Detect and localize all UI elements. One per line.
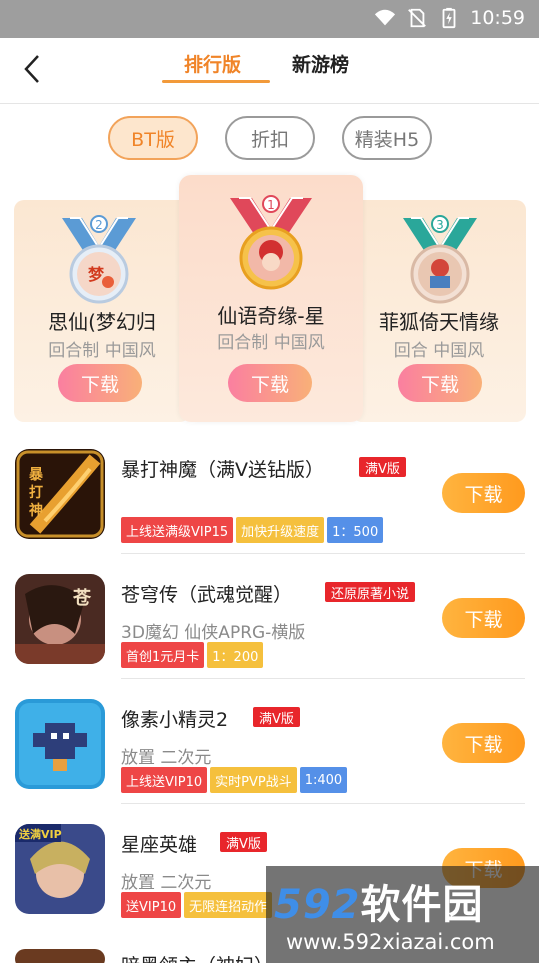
tag-row: 上线送满级VIP15 加快升级速度 1：500: [121, 517, 384, 543]
version-badge: 满V版: [359, 457, 406, 477]
game-subtitle: 3D魔幻 仙侠APRG-横版: [121, 623, 306, 643]
tag: 送VIP10: [121, 892, 182, 918]
medal-rank-2-number: 2: [95, 218, 103, 232]
no-sim-icon: [408, 8, 427, 28]
game-title: 苍穹传（武魂觉醒）: [121, 584, 293, 606]
site-watermark: 592软件园 www.592xiazai.com: [266, 866, 539, 963]
version-badge: 还原原著小说: [325, 582, 416, 602]
podium-1-download-button[interactable]: 下载: [228, 364, 312, 402]
watermark-url: www.592xiazai.com: [286, 930, 495, 954]
podium-3-tags: 回合 中国风: [393, 341, 485, 361]
svg-text:打: 打: [29, 484, 43, 501]
list-item[interactable]: 像素小精灵2 满V版 放置 二次元 上线送VIP10 实时PVP战斗 1:400…: [0, 679, 539, 804]
podium-2-tags: 回合制 中国风: [48, 341, 156, 361]
medal-rank-3-icon: 3: [403, 215, 477, 304]
tag-row: 送VIP10 无限连招动作: [121, 892, 273, 918]
game-title: 暗黑领主（神妃）: [121, 951, 273, 963]
top-header: 排行版 新游榜: [0, 38, 539, 104]
back-arrow-icon[interactable]: [18, 52, 50, 86]
medal-rank-1-icon: 1: [230, 195, 312, 290]
watermark-logo: 592软件园: [274, 882, 484, 928]
game-icon-anhei-lingzhu: [15, 949, 105, 963]
tab-rankings[interactable]: 排行版: [184, 50, 241, 77]
tab-new-games[interactable]: 新游榜: [292, 50, 349, 77]
medal-rank-1-number: 1: [267, 198, 275, 212]
game-title: 星座英雄: [121, 834, 198, 856]
podium-3-name: 菲狐倚天情缘: [379, 310, 499, 334]
svg-text:神: 神: [29, 502, 43, 519]
wifi-icon: [375, 9, 396, 26]
tag-row: 首创1元月卡 1：200: [121, 642, 264, 668]
podium-2-name: 思仙(梦幻归: [48, 310, 156, 334]
game-title: 像素小精灵2: [121, 709, 229, 731]
tag: 加快升级速度: [236, 517, 325, 543]
clock: 10:59: [470, 7, 525, 29]
podium-3-download-button[interactable]: 下载: [398, 364, 482, 402]
game-icon-xingzuo-yingxiong: 送满VIP: [15, 824, 105, 914]
filter-discount[interactable]: 折扣: [225, 116, 315, 160]
list-item[interactable]: 暴 打 神 暴打神魔（满V送钻版） 满V版 上线送满级VIP15 加快升级速度 …: [0, 429, 539, 554]
game-subtitle: 放置 二次元: [121, 873, 212, 893]
game-icon-pixel-sprite: [15, 699, 105, 789]
game-icon-cangqiong-zhuan: 苍: [15, 574, 105, 664]
medal-rank-3-number: 3: [436, 218, 444, 232]
tag: 1：500: [327, 517, 384, 543]
tag: 1：200: [207, 642, 264, 668]
tag: 无限连招动作: [184, 892, 273, 918]
download-button[interactable]: 下载: [442, 598, 525, 638]
game-subtitle: 放置 二次元: [121, 748, 212, 768]
svg-text:苍: 苍: [72, 587, 92, 609]
filter-bt-version[interactable]: BT版: [108, 116, 198, 160]
medal-rank-2-icon: 2 梦: [62, 215, 136, 304]
download-button[interactable]: 下载: [442, 473, 525, 513]
filter-h5[interactable]: 精装H5: [342, 116, 432, 160]
version-badge: 满V版: [220, 832, 267, 852]
tag-row: 上线送VIP10 实时PVP战斗 1:400: [121, 767, 348, 793]
svg-text:暴: 暴: [28, 467, 44, 483]
tag: 上线送满级VIP15: [121, 517, 234, 543]
podium-2-download-button[interactable]: 下载: [58, 364, 142, 402]
tag: 上线送VIP10: [121, 767, 208, 793]
status-bar: 10:59: [0, 0, 539, 38]
download-button[interactable]: 下载: [442, 723, 525, 763]
battery-charging-icon: [442, 7, 456, 29]
svg-text:送满VIP: 送满VIP: [18, 827, 62, 841]
version-badge: 满V版: [253, 707, 300, 727]
tag: 1:400: [299, 767, 348, 793]
list-item[interactable]: 苍 苍穹传（武魂觉醒） 还原原著小说 3D魔幻 仙侠APRG-横版 首创1元月卡…: [0, 554, 539, 679]
game-title: 暴打神魔（满V送钻版）: [121, 459, 324, 481]
tag: 首创1元月卡: [121, 642, 205, 668]
podium-1-name: 仙语奇缘-星: [217, 304, 325, 328]
game-icon-baoda-shenmo: 暴 打 神: [15, 449, 105, 539]
active-tab-indicator: [162, 80, 270, 83]
tag: 实时PVP战斗: [210, 767, 297, 793]
podium-1-tags: 回合制 中国风: [217, 333, 325, 353]
